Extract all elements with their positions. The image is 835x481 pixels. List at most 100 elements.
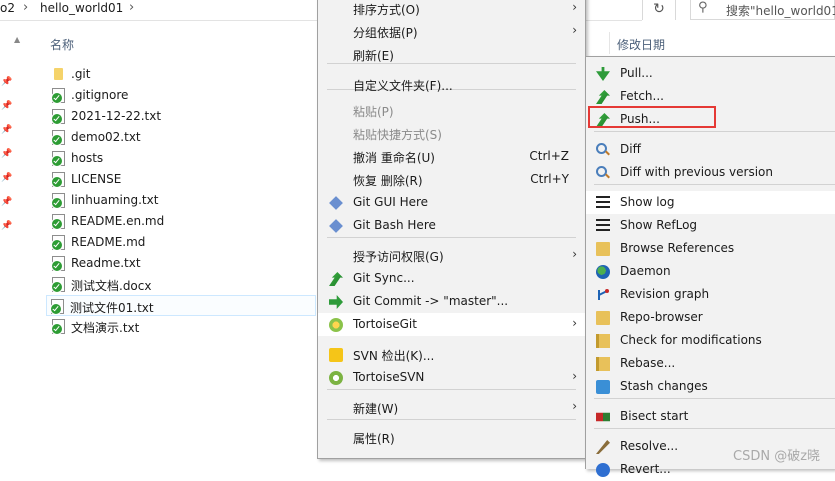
tortoisegit-menu-item[interactable]: Daemon (586, 260, 835, 283)
file-name: 2021-12-22.txt (71, 109, 162, 123)
file-name: README.md (71, 235, 146, 249)
search-icon: ⚲ (698, 0, 708, 15)
search-input[interactable]: ⚲ 搜索"hello_world01" (690, 0, 835, 20)
file-row[interactable]: Readme.txt (48, 253, 313, 274)
breadcrumb-current[interactable]: hello_world01 (40, 1, 123, 15)
column-header-name[interactable]: 名称 (50, 36, 74, 53)
tortoisegit-menu-item[interactable]: Repo-browser (586, 306, 835, 329)
breadcrumb-chevron-icon[interactable]: › (129, 0, 134, 15)
folder-icon (54, 68, 63, 80)
menu-item-label: 分组依据(P) (353, 26, 418, 40)
menu-item-label: 粘贴(P) (353, 105, 394, 119)
git-file-ok-icon (51, 277, 65, 293)
file-row[interactable]: 文档演示.txt (48, 316, 313, 337)
menu-item-label: Show RefLog (620, 218, 698, 232)
tortoisegit-menu-item[interactable]: Diff (586, 138, 835, 161)
tortoisegit-menu-item[interactable]: Show log (586, 191, 835, 214)
menu-item-label: TortoiseGit (353, 317, 417, 331)
context-menu-item[interactable]: 刷新(E) (318, 43, 585, 66)
context-menu-item[interactable]: Git GUI Here (318, 191, 585, 214)
column-header-modified[interactable]: 修改日期 (617, 36, 665, 53)
git-file-ok-icon (51, 109, 65, 125)
file-row[interactable]: .gitignore (48, 85, 313, 106)
file-row[interactable]: 测试文件01.txt (46, 295, 316, 316)
context-menu: 排序方式(O) › 分组依据(P) › 刷新(E) 自定义文件夹(F)... 粘贴(P) 粘贴… (317, 0, 586, 459)
menu-item-label: Show log (620, 195, 675, 209)
column-divider[interactable] (609, 32, 610, 54)
menu-item-label: SVN 检出(K)... (353, 349, 435, 363)
menu-item-label: Git Sync... (353, 271, 415, 285)
file-row[interactable]: hosts (48, 148, 313, 169)
context-menu-item[interactable]: Git Commit -> "master"... (318, 290, 585, 313)
menu-item-label: Rebase... (620, 356, 676, 370)
menu-separator (594, 398, 835, 399)
context-menu-item[interactable]: Git Sync... (318, 267, 585, 290)
tortoisegit-menu-item[interactable]: Check for modifications (586, 329, 835, 352)
navigation-pane[interactable]: 📌 📌 📌 📌 📌 📌 📌 (0, 21, 14, 469)
context-menu-item[interactable]: 恢复 删除(R) Ctrl+Y (318, 168, 585, 191)
file-row[interactable]: README.md (48, 232, 313, 253)
context-menu-item[interactable]: Git Bash Here (318, 214, 585, 237)
tortoisegit-menu-item[interactable]: Diff with previous version (586, 161, 835, 184)
refresh-icon[interactable]: ↻ (642, 0, 676, 20)
breadcrumb-parent[interactable]: o2 (0, 1, 15, 15)
menu-item-label: Git Commit -> "master"... (353, 294, 509, 308)
file-row[interactable]: 2021-12-22.txt (48, 106, 313, 127)
context-menu-item[interactable]: 排序方式(O) › (318, 0, 585, 20)
menu-item-label: TortoiseSVN (353, 370, 425, 384)
menu-item-label: Diff (620, 142, 641, 156)
file-row[interactable]: 测试文档.docx (48, 274, 313, 295)
menu-item-label: 撤消 重命名(U) (353, 151, 435, 165)
tortoisegit-menu-item[interactable]: Bisect start (586, 405, 835, 428)
tortoisegit-menu-item[interactable]: Show RefLog (586, 214, 835, 237)
context-menu-item[interactable]: 分组依据(P) › (318, 20, 585, 43)
menu-item-label: Bisect start (620, 409, 689, 423)
menu-item-label: Resolve... (620, 439, 679, 453)
file-row[interactable]: LICENSE (48, 169, 313, 190)
context-menu-item[interactable]: 撤消 重命名(U) Ctrl+Z (318, 145, 585, 168)
stash-icon (596, 380, 610, 394)
menu-item-label: Browse References (620, 241, 735, 255)
menu-item-icon-git-gui-icon (329, 196, 343, 210)
pin-icon: 📌 (1, 77, 13, 87)
file-row[interactable]: .git (48, 64, 313, 85)
resolve-icon (596, 440, 610, 454)
menu-separator (327, 389, 576, 390)
menu-item-label: Daemon (620, 264, 671, 278)
context-menu-item[interactable]: 自定义文件夹(F)... (318, 73, 585, 96)
tortoisegit-menu-item[interactable]: Rebase... (586, 352, 835, 375)
menu-item-label: Check for modifications (620, 333, 762, 347)
pin-icon: 📌 (1, 101, 13, 111)
context-menu-item[interactable]: 属性(R) (318, 426, 585, 449)
menu-item-label: Git Bash Here (353, 218, 436, 232)
pin-icon: 📌 (1, 149, 13, 159)
file-row[interactable]: demo02.txt (48, 127, 313, 148)
menu-item-label: 自定义文件夹(F)... (353, 79, 453, 93)
tortoisegit-menu-item[interactable]: Revision graph (586, 283, 835, 306)
pin-icon: 📌 (1, 197, 13, 207)
context-menu-item[interactable]: TortoiseGit › (318, 313, 585, 336)
context-menu-item[interactable]: SVN 检出(K)... (318, 343, 585, 366)
rebase-icon (596, 357, 610, 371)
file-name: README.en.md (71, 214, 165, 228)
context-menu-item[interactable]: 授予访问权限(G) › (318, 244, 585, 267)
context-menu-item[interactable]: 新建(W) › (318, 396, 585, 419)
tortoisegit-menu-item[interactable]: Pull... (586, 62, 835, 85)
file-row[interactable]: linhuaming.txt (48, 190, 313, 211)
git-file-ok-icon (51, 172, 65, 188)
scroll-up-icon[interactable]: ▲ (14, 35, 20, 44)
tortoisegit-menu-item[interactable]: Fetch... (586, 85, 835, 108)
search-placeholder: 搜索"hello_world01" (726, 4, 835, 18)
tortoisegit-menu-item[interactable]: Stash changes (586, 375, 835, 398)
breadcrumb-separator-icon: › (23, 0, 29, 15)
file-name: 测试文件01.txt (70, 301, 154, 315)
file-row[interactable]: README.en.md (48, 211, 313, 232)
menu-item-label: 授予访问权限(G) (353, 250, 444, 264)
tortoisegit-menu-item[interactable]: Browse References (586, 237, 835, 260)
git-file-ok-icon (51, 235, 65, 251)
repo-browser-icon (596, 311, 610, 325)
context-menu-item: 粘贴快捷方式(S) (318, 122, 585, 145)
git-file-ok-icon (51, 256, 65, 272)
git-file-ok-icon (51, 193, 65, 209)
context-menu-item[interactable]: TortoiseSVN › (318, 366, 585, 389)
